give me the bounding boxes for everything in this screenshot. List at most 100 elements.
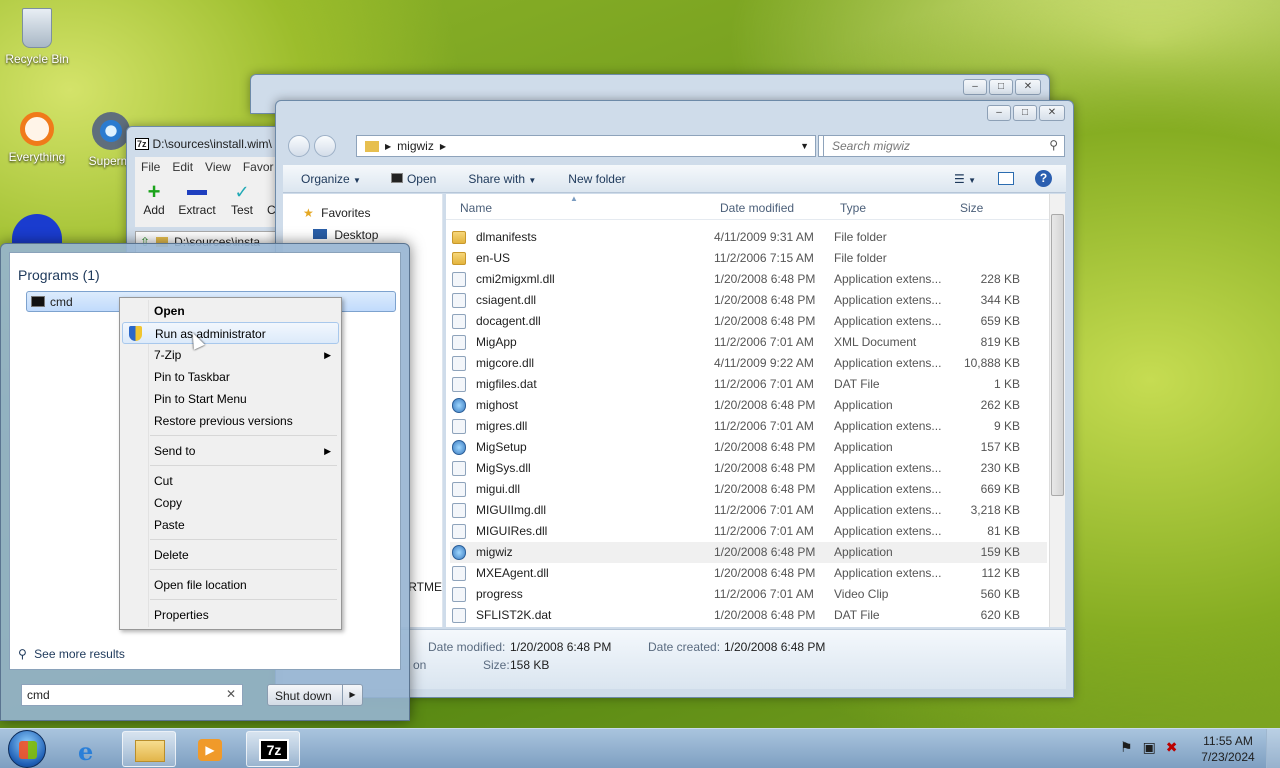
back-button[interactable]: [288, 135, 310, 157]
file-row[interactable]: csiagent.dll 1/20/2008 6:48 PM Application…: [450, 290, 1047, 311]
taskbar-internet-explorer[interactable]: e: [64, 731, 118, 767]
clear-search-icon[interactable]: ✕: [226, 687, 236, 701]
menu-cut[interactable]: Cut: [122, 470, 339, 492]
nav-desktop[interactable]: Desktop: [313, 228, 378, 242]
breadcrumb-arrow-icon[interactable]: ▶: [440, 142, 446, 151]
share-with-button[interactable]: Share with ▼: [468, 172, 536, 186]
file-type: DAT File: [834, 377, 880, 391]
file-row[interactable]: MXEAgent.dll 1/20/2008 6:48 PM Application…: [450, 563, 1047, 584]
desktop-icon-recycle-bin[interactable]: Recycle Bin: [0, 8, 74, 66]
file-row[interactable]: migui.dll 1/20/2008 6:48 PM Application ex…: [450, 479, 1047, 500]
scroll-thumb[interactable]: [1051, 214, 1064, 496]
menu-paste[interactable]: Paste: [122, 514, 339, 536]
column-name[interactable]: Name: [460, 201, 492, 215]
menu-favorites[interactable]: Favor: [243, 160, 274, 174]
organize-button[interactable]: Organize ▼: [301, 172, 361, 186]
maximize-button[interactable]: □: [1013, 105, 1037, 121]
malwarebytes-icon[interactable]: [12, 214, 62, 244]
close-button[interactable]: ✕: [1039, 105, 1065, 121]
menu-properties[interactable]: Properties: [122, 604, 339, 626]
menu-send-to[interactable]: Send to ▶: [122, 440, 339, 462]
file-row[interactable]: progress 11/2/2006 7:01 AM Video Clip 560 K…: [450, 584, 1047, 605]
test-button[interactable]: ✓ Test: [227, 181, 257, 217]
taskbar-media-player[interactable]: ▶: [184, 731, 238, 767]
add-button[interactable]: + Add: [141, 181, 167, 218]
minimize-button[interactable]: –: [987, 105, 1011, 121]
view-options-icon[interactable]: ☰ ▼: [954, 172, 976, 186]
file-row[interactable]: docagent.dll 1/20/2008 6:48 PM Application…: [450, 311, 1047, 332]
volume-muted-icon[interactable]: ✖: [1166, 739, 1178, 756]
cmd-icon: [31, 296, 45, 307]
menu-pin-to-start-menu[interactable]: Pin to Start Menu: [122, 388, 339, 410]
shutdown-options-button[interactable]: ▶: [342, 685, 362, 705]
menu-view[interactable]: View: [205, 160, 231, 174]
file-name: MIGUIRes.dll: [476, 524, 548, 538]
maximize-button[interactable]: □: [989, 79, 1013, 95]
menu-pin-to-taskbar[interactable]: Pin to Taskbar: [122, 366, 339, 388]
file-row[interactable]: SFLIST2K.dat 1/20/2008 6:48 PM DAT File 620…: [450, 605, 1047, 626]
file-row[interactable]: en-US 11/2/2006 7:15 AM File folder: [450, 248, 1047, 269]
minimize-button[interactable]: –: [963, 79, 987, 95]
file-list[interactable]: Name ▲ Date modified Type Size dlmanifes…: [446, 194, 1049, 627]
file-row[interactable]: SFLISTLH.dat 1/20/2008 6:48 PM DAT File 2,4…: [450, 626, 1047, 627]
nav-partial-item[interactable]: RTME: [408, 580, 442, 594]
vertical-scrollbar[interactable]: [1049, 194, 1065, 627]
start-search-input[interactable]: cmd ✕: [21, 684, 243, 706]
file-type: Application: [834, 440, 893, 454]
breadcrumb-migwiz[interactable]: migwiz: [397, 139, 434, 153]
file-type: Application extens...: [834, 524, 942, 538]
sevenzip-window[interactable]: 7z D:\sources\install.wim\ File Edit Vie…: [126, 126, 286, 256]
file-row[interactable]: migfiles.dat 11/2/2006 7:01 AM DAT File 1 K…: [450, 374, 1047, 395]
file-row[interactable]: mighost 1/20/2008 6:48 PM Application 262 K…: [450, 395, 1047, 416]
menu-file[interactable]: File: [141, 160, 160, 174]
menu-restore-previous-versions[interactable]: Restore previous versions: [122, 410, 339, 432]
menu-copy[interactable]: Copy: [122, 492, 339, 514]
forward-button[interactable]: [314, 135, 336, 157]
close-button[interactable]: ✕: [1015, 79, 1041, 95]
column-type[interactable]: Type: [840, 201, 866, 215]
address-bar[interactable]: ▶ migwiz ▶ ▼: [356, 135, 816, 157]
taskbar-7zip[interactable]: 7z: [246, 731, 300, 767]
see-more-results[interactable]: ⚲ See more results: [18, 647, 125, 661]
file-row[interactable]: MIGUIRes.dll 11/2/2006 7:01 AM Application…: [450, 521, 1047, 542]
menu-7zip[interactable]: 7-Zip ▶: [122, 344, 339, 366]
extract-button[interactable]: Extract: [177, 181, 217, 217]
search-icon[interactable]: ⚲: [1049, 138, 1058, 152]
help-icon[interactable]: ?: [1035, 170, 1052, 187]
network-icon[interactable]: ▣: [1143, 739, 1156, 756]
menu-delete[interactable]: Delete: [122, 544, 339, 566]
start-button[interactable]: [8, 730, 46, 768]
show-desktop-button[interactable]: [1266, 729, 1280, 768]
search-input[interactable]: Search migwiz ⚲: [823, 135, 1065, 157]
file-name: MIGUIImg.dll: [476, 503, 547, 517]
file-row[interactable]: dlmanifests 4/11/2009 9:31 AM File folder: [450, 227, 1047, 248]
sevenzip-icon: 7z: [259, 739, 289, 761]
desktop-icon-everything[interactable]: Everything: [0, 112, 74, 164]
file-row[interactable]: migres.dll 11/2/2006 7:01 AM Application e…: [450, 416, 1047, 437]
menu-open-file-location[interactable]: Open file location: [122, 574, 339, 596]
nav-favorites[interactable]: ★ Favorites: [303, 206, 370, 220]
action-center-flag-icon[interactable]: ⚑: [1120, 739, 1133, 756]
menu-edit[interactable]: Edit: [172, 160, 193, 174]
taskbar-file-explorer[interactable]: [122, 731, 176, 767]
file-row[interactable]: MigSetup 1/20/2008 6:48 PM Application 157 …: [450, 437, 1047, 458]
file-row[interactable]: MigApp 11/2/2006 7:01 AM XML Document 819 K…: [450, 332, 1047, 353]
column-size[interactable]: Size: [960, 201, 983, 215]
file-row[interactable]: migwiz 1/20/2008 6:48 PM Application 159 KB: [450, 542, 1047, 563]
folder-file-icon: [452, 252, 466, 265]
preview-pane-icon[interactable]: [998, 172, 1014, 185]
clock[interactable]: 11:55 AM 7/23/2024: [1196, 733, 1260, 765]
file-row[interactable]: cmi2migxml.dll 1/20/2008 6:48 PM Applicati…: [450, 269, 1047, 290]
menu-open[interactable]: Open: [122, 300, 339, 322]
file-row[interactable]: MigSys.dll 1/20/2008 6:48 PM Application e…: [450, 458, 1047, 479]
menu-run-as-administrator[interactable]: Run as administrator: [122, 322, 339, 344]
column-date-modified[interactable]: Date modified: [720, 201, 794, 215]
shutdown-button[interactable]: Shut down ▶: [267, 684, 363, 706]
file-row[interactable]: migcore.dll 4/11/2009 9:22 AM Application …: [450, 353, 1047, 374]
file-row[interactable]: MIGUIImg.dll 11/2/2006 7:01 AM Application…: [450, 500, 1047, 521]
open-button[interactable]: Open: [390, 172, 436, 186]
breadcrumb-arrow-icon[interactable]: ▶: [385, 142, 391, 151]
new-folder-button[interactable]: New folder: [568, 172, 625, 186]
file-date-modified: 4/11/2009 9:31 AM: [714, 230, 814, 244]
address-dropdown-icon[interactable]: ▼: [800, 141, 809, 151]
